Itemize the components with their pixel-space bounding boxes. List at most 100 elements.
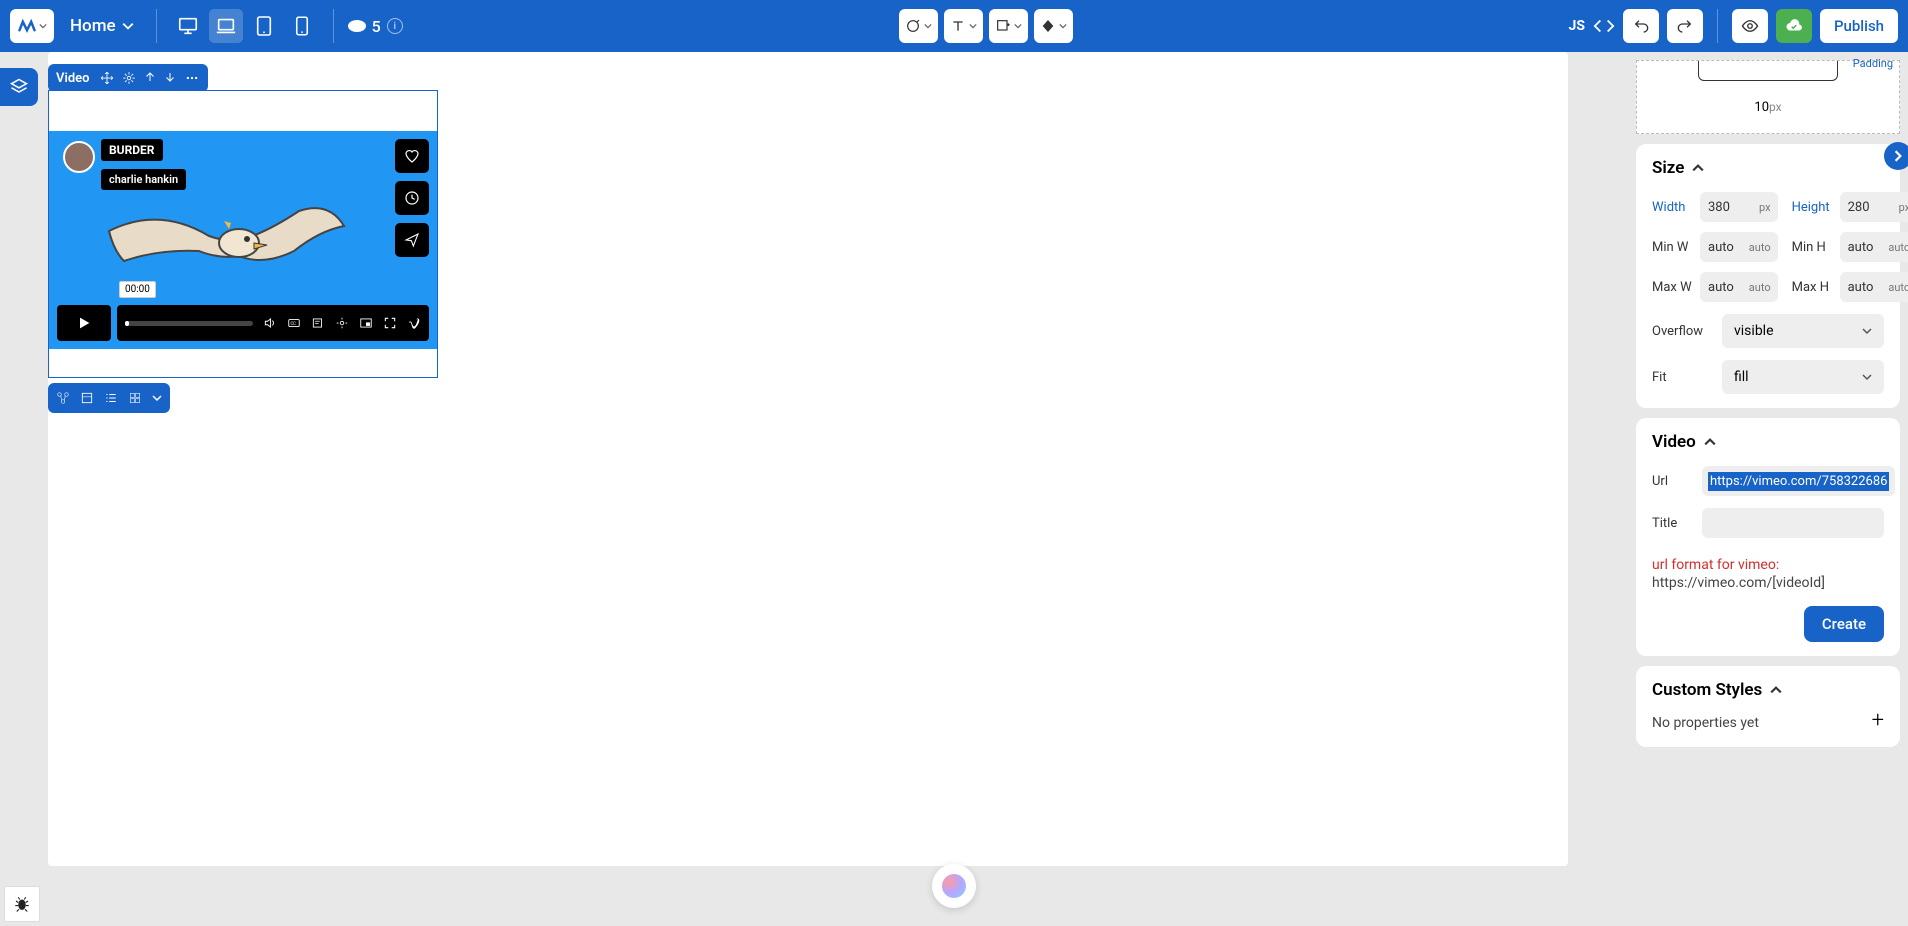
watch-later-button[interactable] [395,181,429,215]
code-button[interactable] [1593,15,1615,37]
add-style-button[interactable]: + [1872,708,1884,733]
progress-bar[interactable] [125,321,253,326]
chevron-down-icon [152,393,162,403]
spacing-diagram[interactable]: Padding 10px [1637,61,1899,121]
shape-tool-button[interactable] [1034,9,1073,43]
quick-add-bar [48,383,170,413]
vimeo-button[interactable] [407,316,421,330]
divider [1717,9,1718,43]
url-hint: url format for vimeo: https://vimeo.com/… [1652,556,1884,592]
quickadd-more-button[interactable] [152,393,162,403]
move-down-button[interactable] [164,71,176,85]
device-buttons [171,9,319,43]
url-label: Url [1652,474,1692,489]
selection-badge: Video [48,64,208,92]
js-label[interactable]: JS [1569,18,1585,34]
video-thumbnail-art [99,201,349,291]
spacing-section: Padding 10px [1636,60,1900,134]
url-input[interactable]: https://vimeo.com/758322686 [1702,466,1895,496]
create-button[interactable]: Create [1804,606,1884,642]
layers-icon [9,77,29,97]
credits-display[interactable]: 5 i [348,17,403,36]
padding-label: Padding [1853,57,1893,70]
device-laptop-button[interactable] [209,9,243,43]
divider [156,9,157,43]
collapse-panel-button[interactable] [1884,142,1908,170]
page-selector[interactable]: Home [62,16,142,36]
logo-icon [17,16,37,36]
add-grid-button[interactable] [128,391,142,405]
assistant-button[interactable] [932,864,976,908]
cc-button[interactable]: CC [287,316,301,330]
chevron-down-icon [1059,22,1067,30]
height-input[interactable]: 280 px [1840,192,1908,222]
preview-button[interactable] [1732,9,1768,43]
right-panel: Padding 10px Size Width 380 px Height [1628,52,1908,926]
clock-icon [404,190,420,206]
animation-tool-button[interactable] [899,9,938,43]
pip-button[interactable] [359,316,373,330]
video-author-chip: charlie hankin [101,169,186,190]
list-icon [104,391,118,405]
video-section-header[interactable]: Video [1652,432,1884,452]
volume-icon [263,316,277,330]
logo-button[interactable] [10,9,54,43]
cloud-check-icon [1785,17,1803,35]
settings-button[interactable] [335,316,349,330]
left-panel-toggle[interactable] [0,68,38,106]
video-controls: 00:00 CC [57,305,429,341]
device-desktop-button[interactable] [171,9,205,43]
maxw-input[interactable]: auto auto [1700,272,1778,302]
component-icon [56,391,70,405]
minh-label: Min H [1792,240,1832,255]
add-component-button[interactable] [56,391,70,405]
publish-button[interactable]: Publish [1820,9,1898,43]
canvas[interactable]: Video BURDER charlie hankin [48,52,1568,866]
minh-input[interactable]: auto auto [1840,232,1908,262]
size-section: Size Width 380 px Height 280 px Min W [1636,144,1900,408]
minw-input[interactable]: auto auto [1700,232,1778,262]
move-icon [100,71,114,85]
bug-report-button[interactable] [4,886,40,922]
move-up-button[interactable] [144,71,156,85]
size-section-header[interactable]: Size [1652,158,1884,178]
play-button[interactable] [57,305,111,341]
undo-button[interactable] [1623,9,1659,43]
overflow-select[interactable]: visible [1722,314,1884,348]
margin-bottom-value[interactable]: 10px [1754,100,1781,115]
device-tablet-button[interactable] [247,9,281,43]
video-title-label: Title [1652,516,1692,531]
info-icon[interactable]: i [387,18,403,34]
width-input[interactable]: 380 px [1700,192,1778,222]
eye-icon [1741,17,1759,35]
video-element[interactable]: BURDER charlie hankin 00:00 [48,90,438,378]
device-mobile-button[interactable] [285,9,319,43]
maxh-input[interactable]: auto auto [1840,272,1908,302]
no-properties-text: No properties yet [1652,715,1759,731]
transcript-icon [311,316,325,330]
settings-button[interactable] [122,71,136,85]
share-button[interactable] [395,223,429,257]
fullscreen-button[interactable] [383,316,397,330]
redo-icon [1677,18,1693,34]
more-button[interactable] [184,71,200,85]
move-button[interactable] [100,71,114,85]
heart-icon [404,148,420,164]
fit-select[interactable]: fill [1722,360,1884,394]
like-button[interactable] [395,139,429,173]
undo-icon [1633,18,1649,34]
save-button[interactable] [1776,9,1812,43]
cc-icon: CC [287,316,301,330]
text-tool-button[interactable] [944,9,983,43]
volume-button[interactable] [263,316,277,330]
video-title-input[interactable] [1702,508,1884,538]
custom-styles-header[interactable]: Custom Styles [1652,680,1782,700]
minw-label: Min W [1652,240,1692,255]
video-side-buttons [395,139,429,257]
redo-button[interactable] [1667,9,1703,43]
tablet-icon [255,15,273,37]
add-section-button[interactable] [80,391,94,405]
transcript-button[interactable] [311,316,325,330]
container-tool-button[interactable] [989,9,1028,43]
add-list-button[interactable] [104,391,118,405]
